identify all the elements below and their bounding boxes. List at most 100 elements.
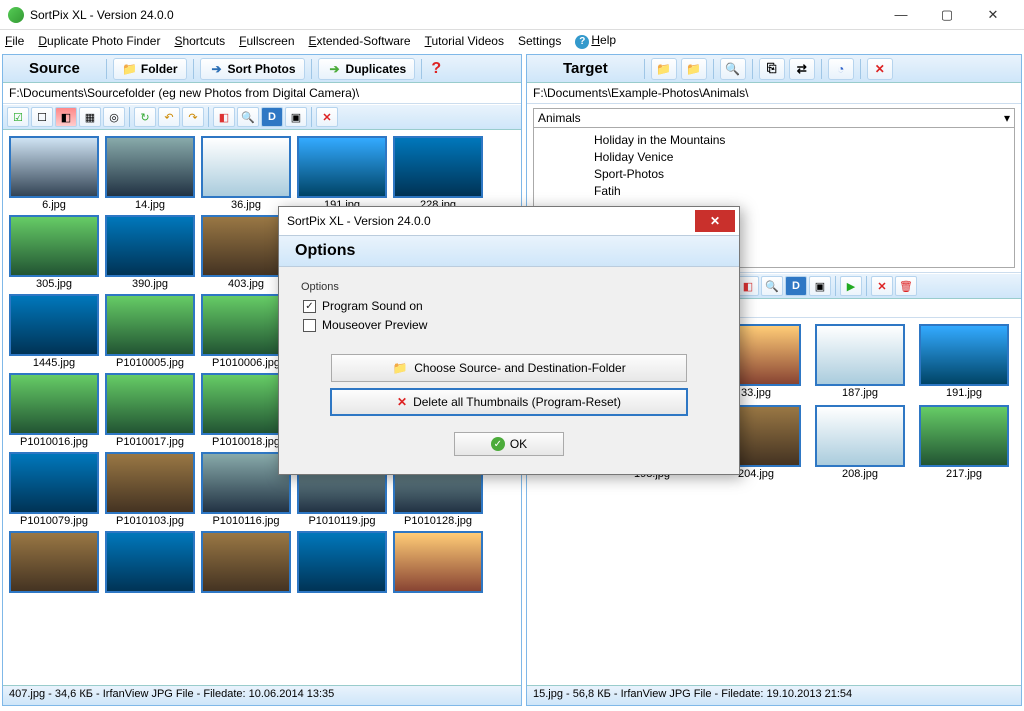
thumbnail-label: 191.jpg [917, 387, 1011, 399]
thumbnail[interactable]: 390.jpg [103, 215, 197, 290]
refresh-button[interactable]: ↻ [134, 107, 156, 127]
maximize-button[interactable]: ▢ [924, 0, 970, 30]
stats-button[interactable]: ◔ [828, 58, 854, 80]
sound-checkbox[interactable]: ✓ [303, 300, 316, 313]
copy-button[interactable]: ⎘ [759, 58, 785, 80]
thumbnail[interactable] [199, 531, 293, 594]
preview-checkbox-row[interactable]: Mouseover Preview [303, 318, 717, 332]
invert-button[interactable]: ◧ [55, 107, 77, 127]
rotate-right-button[interactable]: ↷ [182, 107, 204, 127]
thumbnail-label: 14.jpg [103, 199, 197, 211]
delete-folder-icon: 📁 [686, 61, 702, 77]
menu-duplicate[interactable]: Duplicate Photo Finder [38, 34, 160, 48]
thumbnail[interactable] [103, 531, 197, 594]
delete-button[interactable]: ✕ [316, 107, 338, 127]
tree-item[interactable]: Holiday in the Mountains [594, 132, 954, 149]
menu-help[interactable]: ?Help [575, 33, 616, 49]
new-folder-button[interactable]: 📁 [651, 58, 677, 80]
thumbnail[interactable] [295, 531, 389, 594]
thumbnail-label: P1010005.jpg [103, 357, 197, 369]
menu-fullscreen[interactable]: Fullscreen [239, 34, 294, 48]
delete-thumbnails-button[interactable]: ✕ Delete all Thumbnails (Program-Reset) [331, 389, 687, 415]
folder-icon: 📁 [122, 61, 138, 77]
thumbnail[interactable]: 6.jpg [7, 136, 101, 211]
uncheck-all-button[interactable]: ☐ [31, 107, 53, 127]
help-button[interactable]: ? [428, 61, 444, 77]
target-path: F:\Documents\Example-Photos\Animals\ [527, 83, 1021, 104]
list-view-button[interactable]: ▦ [79, 107, 101, 127]
menu-settings[interactable]: Settings [518, 34, 561, 48]
t-slide[interactable]: ▣ [809, 276, 831, 296]
target-delete-button[interactable]: ✕ [867, 58, 893, 80]
preview-checkbox[interactable] [303, 319, 316, 332]
thumbnail[interactable]: 191.jpg [295, 136, 389, 211]
target-status: 15.jpg - 56,8 КБ - IrfanView JPG File - … [527, 685, 1021, 705]
slideshow-button[interactable]: ▣ [285, 107, 307, 127]
thumbnail[interactable]: 228.jpg [391, 136, 485, 211]
t-delete[interactable]: ✕ [871, 276, 893, 296]
thumbnail[interactable] [391, 531, 485, 594]
thumbnail[interactable]: P1010079.jpg [7, 452, 101, 527]
sound-checkbox-row[interactable]: ✓ Program Sound on [303, 299, 717, 313]
minimize-button[interactable]: — [878, 0, 924, 30]
settings-tb-button[interactable]: ◎ [103, 107, 125, 127]
thumbnail[interactable]: 187.jpg [813, 324, 907, 399]
rotate-left-button[interactable]: ↶ [158, 107, 180, 127]
thumbnail-image [393, 136, 483, 198]
thumbnail[interactable] [7, 531, 101, 594]
target-header: Target 📁 📁 🔍 ⎘ ⇄ ◔ ✕ [527, 55, 1021, 83]
dialog-close-button[interactable]: ✕ [695, 210, 735, 232]
source-toolbar: ☑ ☐ ◧ ▦ ◎ ↻ ↶ ↷ ◧ 🔍 D ▣ ✕ [3, 104, 521, 130]
sort-photos-button[interactable]: ➔Sort Photos [200, 58, 305, 80]
thumbnail[interactable]: P1010005.jpg [103, 294, 197, 369]
filter-button[interactable]: ◧ [213, 107, 235, 127]
thumbnail[interactable]: P1010016.jpg [7, 373, 101, 448]
thumbnail-image [201, 531, 291, 593]
thumbnail[interactable]: 305.jpg [7, 215, 101, 290]
folder-select[interactable]: Animals▾ [533, 108, 1015, 128]
t-play[interactable]: ▶ [840, 276, 862, 296]
thumbnail[interactable]: P1010103.jpg [103, 452, 197, 527]
thumbnail[interactable]: 191.jpg [917, 324, 1011, 399]
tree-item[interactable]: Fatih [594, 183, 954, 200]
t-trash[interactable]: 🗑 [895, 276, 917, 296]
thumbnail-label: P1010079.jpg [7, 515, 101, 527]
thumbnail[interactable]: 217.jpg [917, 405, 1011, 480]
d-button[interactable]: D [261, 107, 283, 127]
thumbnail-image [105, 373, 195, 435]
thumbnail-label: P1010116.jpg [199, 515, 293, 527]
zoom-button[interactable]: 🔍 [237, 107, 259, 127]
thumbnail[interactable]: 36.jpg [199, 136, 293, 211]
thumbnail[interactable]: 14.jpg [103, 136, 197, 211]
menu-extended[interactable]: Extended-Software [309, 34, 411, 48]
swap-button[interactable]: ⇄ [789, 58, 815, 80]
delete-folder-button[interactable]: 📁 [681, 58, 707, 80]
dialog-title: SortPix XL - Version 24.0.0 [287, 214, 695, 228]
target-zoom-button[interactable]: 🔍 [720, 58, 746, 80]
thumbnail[interactable]: 1445.jpg [7, 294, 101, 369]
choose-folder-button[interactable]: 📁 Choose Source- and Destination-Folder [331, 354, 687, 382]
options-group-label: Options [301, 281, 717, 293]
thumbnail-image [919, 324, 1009, 386]
t-filter[interactable]: ◧ [737, 276, 759, 296]
menu-file[interactable]: File [5, 34, 24, 48]
check-all-button[interactable]: ☑ [7, 107, 29, 127]
tree-item[interactable]: Holiday Venice [594, 149, 954, 166]
folder-button[interactable]: 📁Folder [113, 58, 187, 80]
close-button[interactable]: ✕ [970, 0, 1016, 30]
thumbnail[interactable]: P1010017.jpg [103, 373, 197, 448]
thumbnail-image [393, 531, 483, 593]
source-path: F:\Documents\Sourcefolder (eg new Photos… [3, 83, 521, 104]
menu-shortcuts[interactable]: Shortcuts [174, 34, 225, 48]
folder-icon: 📁 [392, 360, 408, 376]
ok-button[interactable]: ✓ OK [454, 432, 564, 456]
thumbnail[interactable]: 208.jpg [813, 405, 907, 480]
t-d[interactable]: D [785, 276, 807, 296]
t-zoom[interactable]: 🔍 [761, 276, 783, 296]
menu-tutorial[interactable]: Tutorial Videos [425, 34, 504, 48]
thumbnail-label: 1445.jpg [7, 357, 101, 369]
thumbnail-image [815, 324, 905, 386]
duplicates-button[interactable]: ➔Duplicates [318, 58, 416, 80]
dialog-titlebar[interactable]: SortPix XL - Version 24.0.0 ✕ [279, 207, 739, 235]
tree-item[interactable]: Sport-Photos [594, 166, 954, 183]
